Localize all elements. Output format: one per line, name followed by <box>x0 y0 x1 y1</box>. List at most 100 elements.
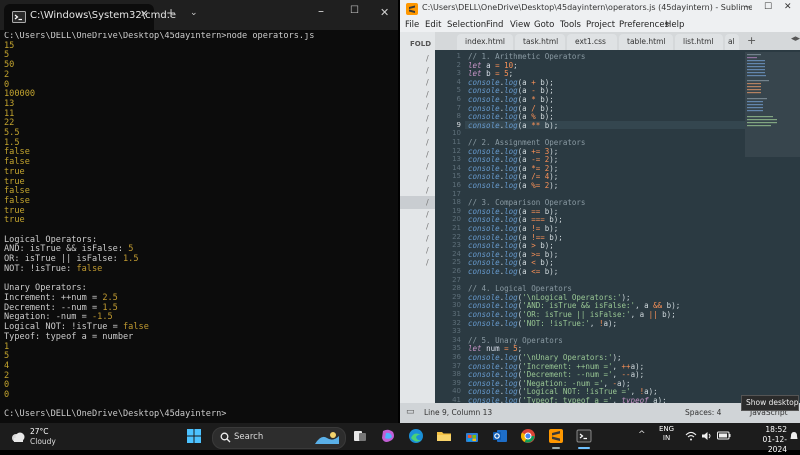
sidebar-item[interactable]: / <box>426 54 429 63</box>
line-number: 9 <box>456 120 461 129</box>
line-number-gutter: 1 2 3 4 5 6 7 8 9 10 11 12 13 14 15 16 17 18 19 20 21 22 23 24 2… <box>435 50 465 404</box>
edge-browser-icon[interactable] <box>408 428 424 444</box>
sidebar-item[interactable]: / <box>426 246 429 255</box>
sidebar-item[interactable]: / <box>426 126 429 135</box>
new-tab-icon[interactable]: + <box>166 6 176 20</box>
sublime-sidebar[interactable]: FOLD / / / / / / / / / / / / / / / / / / <box>400 32 435 403</box>
console-output-line: 1 <box>4 341 10 352</box>
editor-tab[interactable]: task.html <box>515 34 565 50</box>
console-output-line: false <box>4 195 30 206</box>
menu-selection[interactable]: Selection <box>447 20 486 30</box>
cmd-final-prompt: C:\Users\DELL\OneDrive\Desktop\45dayinte… <box>4 409 227 420</box>
line-number: 5 <box>456 86 461 95</box>
menu-preferences[interactable]: Preferences <box>619 20 669 30</box>
wifi-icon[interactable] <box>685 431 697 441</box>
menu-file[interactable]: File <box>405 20 419 30</box>
console-output-line: 2 <box>4 370 10 381</box>
sidebar-item[interactable]: / <box>426 138 429 147</box>
editor-tab[interactable]: ext1.css <box>567 34 617 50</box>
copilot-icon[interactable] <box>380 428 396 444</box>
cmd-tab[interactable]: C:\Windows\System32\cmd.e ✕ <box>4 4 176 30</box>
console-output-line: NOT: !isTrue: false <box>4 263 103 274</box>
minimap[interactable] <box>745 50 800 403</box>
new-tab-icon[interactable]: + <box>747 34 756 47</box>
close-window-icon[interactable]: ✕ <box>784 2 792 12</box>
line-number: 30 <box>452 301 461 310</box>
console-output-line: 0 <box>4 380 10 391</box>
sidebar-item[interactable]: / <box>426 258 429 267</box>
tab-scroll-icon[interactable]: ◂▸ <box>791 34 800 44</box>
code-line: console.log('Typeof: typeof a =', typeof… <box>468 396 667 403</box>
windows-start-icon[interactable] <box>186 428 202 444</box>
maximize-icon[interactable]: ☐ <box>350 5 359 16</box>
cursor-position[interactable]: Line 9, Column 13 <box>424 408 492 417</box>
sidebar-item[interactable]: / <box>426 186 429 195</box>
task-view-icon[interactable] <box>352 428 368 444</box>
line-number: 34 <box>452 335 461 344</box>
sidebar-item[interactable]: / <box>426 102 429 111</box>
menu-project[interactable]: Project <box>586 20 615 30</box>
menu-goto[interactable]: Goto <box>534 20 554 30</box>
chevron-up-icon[interactable]: ^ <box>638 430 646 440</box>
line-number: 3 <box>456 69 461 78</box>
sidebar-item[interactable]: / <box>426 174 429 183</box>
language-indicator[interactable]: ENG IN <box>659 425 674 443</box>
sidebar-item[interactable]: / <box>426 150 429 159</box>
maximize-icon[interactable]: ☐ <box>764 2 772 12</box>
sidebar-selected-item[interactable] <box>400 196 435 209</box>
cmd-prompt-line: C:\Users\DELL\OneDrive\Desktop\45dayinte… <box>4 32 315 41</box>
sidebar-item[interactable]: / <box>426 90 429 99</box>
indentation-setting[interactable]: Spaces: 4 <box>685 408 721 417</box>
console-output-line: Typeof: typeof a = number <box>4 331 134 342</box>
minimize-icon[interactable]: – <box>745 2 750 12</box>
line-number: 19 <box>452 206 461 215</box>
menu-tools[interactable]: Tools <box>560 20 581 30</box>
sublime-text-taskbar-icon[interactable] <box>548 428 564 444</box>
menu-edit[interactable]: Edit <box>425 20 441 30</box>
terminal-taskbar-icon[interactable] <box>576 428 592 444</box>
console-output-line: true <box>4 176 25 187</box>
weather-widget[interactable]: 27°C Cloudy <box>8 426 68 448</box>
line-number: 29 <box>452 292 461 301</box>
sidebar-item[interactable]: / <box>426 66 429 75</box>
clock[interactable]: 18:52 01-12-2024 <box>745 425 788 455</box>
sidebar-item[interactable]: / <box>426 78 429 87</box>
sidebar-item[interactable]: / <box>426 234 429 243</box>
line-number: 24 <box>452 249 461 258</box>
taskbar-search-box[interactable]: Search <box>212 427 346 449</box>
chevron-down-icon[interactable]: ⌄ <box>190 8 198 18</box>
code-editor[interactable]: // 1. Arithmetic Operators let a = 10; let… <box>465 50 745 403</box>
sidebar-item[interactable]: / <box>426 114 429 123</box>
outlook-icon[interactable] <box>492 428 508 444</box>
notification-bell-icon[interactable] <box>790 431 798 441</box>
close-window-icon[interactable]: ✕ <box>380 6 389 19</box>
minimize-icon[interactable]: – <box>318 4 324 18</box>
line-number: 14 <box>452 163 461 172</box>
editor-tab[interactable]: list.html <box>675 34 723 50</box>
battery-icon[interactable] <box>717 431 731 440</box>
sidebar-item[interactable]: / <box>426 222 429 231</box>
panel-toggle-icon[interactable]: ▭ <box>406 407 415 417</box>
cmd-console-output[interactable]: C:\Users\DELL\OneDrive\Desktop\45dayinte… <box>4 32 396 422</box>
menu-view[interactable]: View <box>510 20 530 30</box>
editor-tab[interactable]: table.html <box>619 34 673 50</box>
sidebar-item[interactable]: / <box>426 210 429 219</box>
editor-tab[interactable]: al <box>725 34 739 50</box>
line-number: 25 <box>452 258 461 267</box>
speaker-icon[interactable] <box>701 431 713 441</box>
line-number: 40 <box>452 387 461 396</box>
sublime-status-bar: ▭ Line 9, Column 13 Spaces: 4 JavaScript <box>400 403 800 423</box>
console-output-line: 2 <box>4 69 10 80</box>
console-output-line: false <box>4 147 30 158</box>
file-explorer-icon[interactable] <box>436 428 452 444</box>
sidebar-item[interactable]: / <box>426 162 429 171</box>
sidebar-item[interactable]: / <box>426 198 429 207</box>
menu-help[interactable]: Help <box>665 20 684 30</box>
cmd-tab-title: C:\Windows\System32\cmd.e <box>30 10 177 21</box>
line-number: 8 <box>456 112 461 121</box>
chrome-icon[interactable] <box>520 428 536 444</box>
editor-tab[interactable]: index.html <box>457 34 513 50</box>
store-icon[interactable] <box>464 428 480 444</box>
menu-find[interactable]: Find <box>486 20 503 30</box>
close-tab-icon[interactable]: ✕ <box>140 9 148 20</box>
